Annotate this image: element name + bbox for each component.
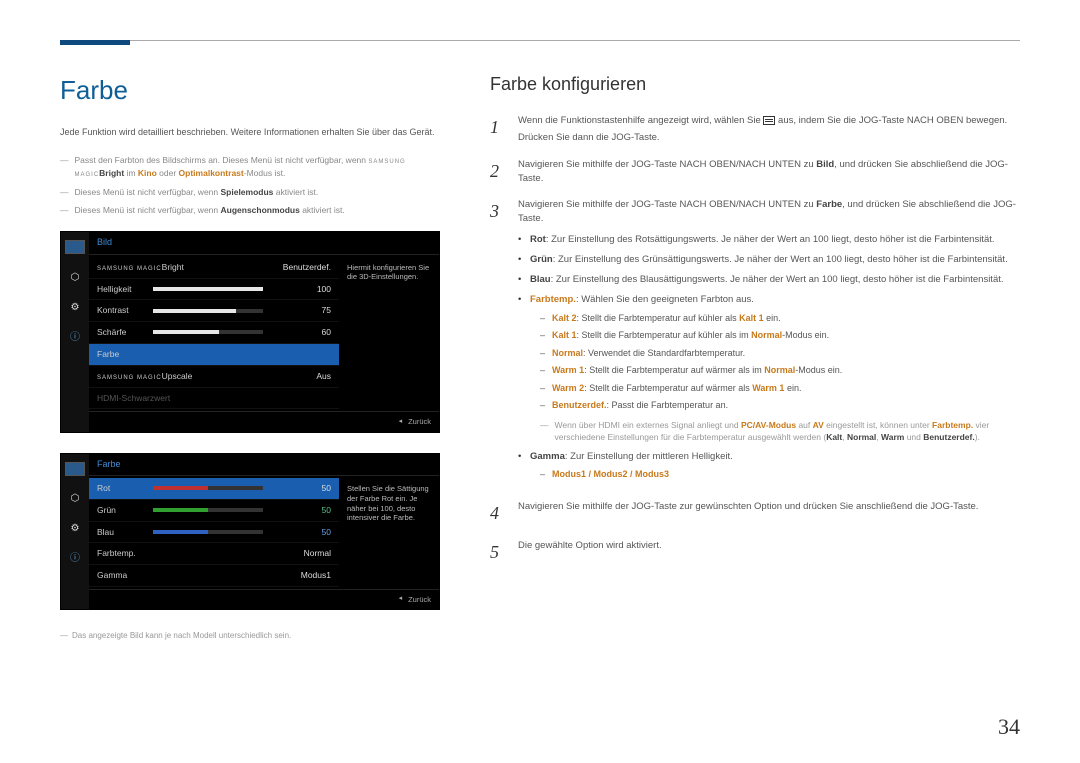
osd-row: Helligkeit100 — [89, 279, 339, 301]
step-number: 1 — [490, 114, 506, 146]
step-text: Wenn die Funktionstastenhilfe angezeigt … — [518, 114, 1020, 146]
monitor-icon — [65, 240, 85, 254]
note-item: ― Passt den Farbton des Bildschirms an. … — [60, 154, 440, 180]
left-arrow-icon: ◂ — [399, 417, 403, 428]
step-2: 2 Navigieren Sie mithilfe der JOG-Taste … — [490, 158, 1020, 187]
step-text: Die gewählte Option wird aktiviert. — [518, 539, 1020, 566]
dash-icon: ― — [60, 186, 69, 199]
osd-rows: SAMSUNG MAGICBrightBenutzerdef.Helligkei… — [89, 255, 339, 412]
step-number: 5 — [490, 539, 506, 566]
gear-icon: ⚙ — [65, 300, 85, 314]
osd-row: Farbe — [89, 344, 339, 366]
gear-icon: ⚙ — [65, 522, 85, 536]
osd-screenshot-farbe: ⬡ ⚙ ⓘ Farbe Rot50Grün50Blau50Farbtemp.No… — [60, 453, 440, 611]
footnote: ―Das angezeigte Bild kann je nach Modell… — [60, 630, 440, 642]
note-item: ― Dieses Menü ist nicht verfügbar, wenn … — [60, 204, 440, 217]
hex-icon: ⬡ — [65, 270, 85, 284]
osd-footer: ◂ Zurück — [89, 589, 439, 609]
osd-help-text: Stellen Sie die Sättigung der Farbe Rot … — [339, 476, 439, 589]
osd-row: Kontrast75 — [89, 300, 339, 322]
step-number: 3 — [490, 198, 506, 488]
step-text: Navigieren Sie mithilfe der JOG-Taste NA… — [518, 198, 1020, 488]
dash-icon: ― — [60, 204, 69, 217]
left-column: Farbe Jede Funktion wird detailliert bes… — [60, 71, 440, 642]
menu-icon — [763, 116, 775, 125]
osd-category: Bild — [97, 237, 112, 247]
step-3: 3 Navigieren Sie mithilfe der JOG-Taste … — [490, 198, 1020, 488]
osd-row: Blau50 — [89, 522, 339, 544]
hdmi-note: ― Wenn über HDMI ein externes Signal anl… — [540, 419, 1020, 445]
osd-sidebar: ⬡ ⚙ ⓘ — [61, 232, 89, 432]
back-label: Zurück — [408, 416, 431, 427]
notes-list: ― Passt den Farbton des Bildschirms an. … — [60, 154, 440, 218]
intro-text: Jede Funktion wird detailliert beschrieb… — [60, 126, 440, 140]
osd-help-text: Hiermit konfigurieren Sie die 3D-Einstel… — [339, 255, 439, 412]
note-text: Dieses Menü ist nicht verfügbar, wenn Au… — [75, 204, 345, 217]
osd-category: Farbe — [97, 459, 121, 469]
note-item: ― Dieses Menü ist nicht verfügbar, wenn … — [60, 186, 440, 199]
step-4: 4 Navigieren Sie mithilfe der JOG-Taste … — [490, 500, 1020, 527]
osd-row: Rot50 — [89, 478, 339, 500]
note-text: Passt den Farbton des Bildschirms an. Di… — [75, 154, 441, 180]
osd-row: GammaModus1 — [89, 565, 339, 587]
right-column: Farbe konfigurieren 1 Wenn die Funktions… — [490, 71, 1020, 642]
info-icon: ⓘ — [65, 552, 85, 566]
back-label: Zurück — [408, 594, 431, 605]
hex-icon: ⬡ — [65, 492, 85, 506]
step-1: 1 Wenn die Funktionstastenhilfe angezeig… — [490, 114, 1020, 146]
osd-row: HDMI-Schwarzwert — [89, 388, 339, 410]
step-5: 5 Die gewählte Option wird aktiviert. — [490, 539, 1020, 566]
note-text: Dieses Menü ist nicht verfügbar, wenn Sp… — [75, 186, 319, 199]
left-arrow-icon: ◂ — [399, 594, 403, 605]
osd-row: SAMSUNG MAGICBrightBenutzerdef. — [89, 257, 339, 279]
osd-row: SAMSUNG MAGICUpscaleAus — [89, 366, 339, 388]
step-text: Navigieren Sie mithilfe der JOG-Taste zu… — [518, 500, 1020, 527]
page-number: 34 — [998, 710, 1020, 743]
osd-footer: ◂ Zurück — [89, 411, 439, 431]
page-top-rule — [60, 40, 1020, 41]
osd-row: Farbtemp.Normal — [89, 543, 339, 565]
osd-row: Grün50 — [89, 500, 339, 522]
monitor-icon — [65, 462, 85, 476]
osd-screenshot-bild: ⬡ ⚙ ⓘ Bild SAMSUNG MAGICBrightBenutzerde… — [60, 231, 440, 433]
section-title: Farbe konfigurieren — [490, 71, 1020, 98]
step-text: Navigieren Sie mithilfe der JOG-Taste NA… — [518, 158, 1020, 187]
info-icon: ⓘ — [65, 330, 85, 344]
osd-rows: Rot50Grün50Blau50Farbtemp.NormalGammaMod… — [89, 476, 339, 589]
dash-icon: ― — [60, 154, 69, 180]
step-number: 4 — [490, 500, 506, 527]
page-title: Farbe — [60, 71, 440, 110]
osd-row: Schärfe60 — [89, 322, 339, 344]
osd-sidebar: ⬡ ⚙ ⓘ — [61, 454, 89, 610]
step-number: 2 — [490, 158, 506, 187]
